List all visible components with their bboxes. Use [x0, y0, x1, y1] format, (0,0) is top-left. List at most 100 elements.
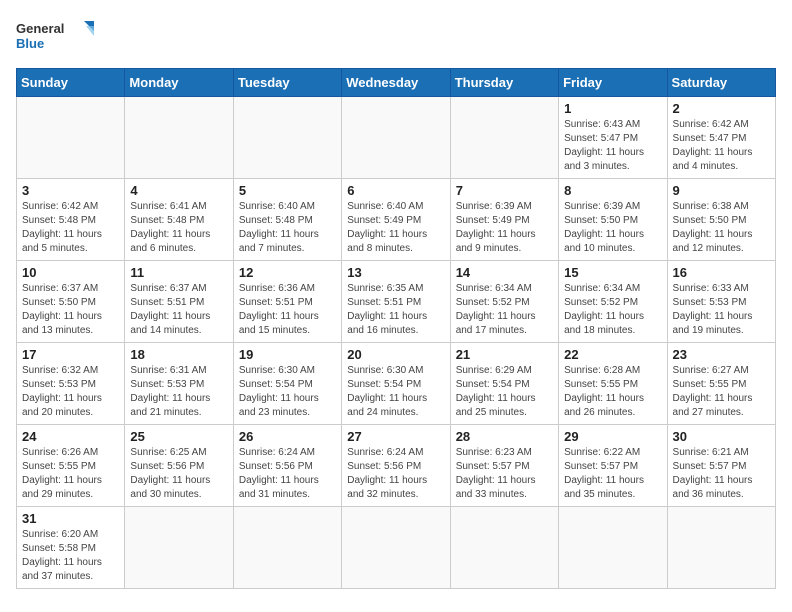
day-number: 29	[564, 429, 661, 444]
day-number: 12	[239, 265, 336, 280]
page-container: General Blue SundayMondayTuesdayWednesda…	[16, 16, 776, 589]
calendar-cell: 9Sunrise: 6:38 AM Sunset: 5:50 PM Daylig…	[667, 179, 775, 261]
day-header-monday: Monday	[125, 69, 233, 97]
day-info: Sunrise: 6:41 AM Sunset: 5:48 PM Dayligh…	[130, 200, 227, 256]
day-number: 17	[22, 347, 119, 362]
day-info: Sunrise: 6:39 AM Sunset: 5:49 PM Dayligh…	[456, 200, 553, 256]
day-number: 5	[239, 183, 336, 198]
calendar-cell	[342, 507, 450, 589]
day-number: 7	[456, 183, 553, 198]
day-info: Sunrise: 6:43 AM Sunset: 5:47 PM Dayligh…	[564, 118, 661, 174]
day-info: Sunrise: 6:32 AM Sunset: 5:53 PM Dayligh…	[22, 364, 119, 420]
day-number: 24	[22, 429, 119, 444]
day-number: 11	[130, 265, 227, 280]
calendar-cell: 14Sunrise: 6:34 AM Sunset: 5:52 PM Dayli…	[450, 261, 558, 343]
logo: General Blue	[16, 16, 96, 56]
day-number: 27	[347, 429, 444, 444]
calendar-week-4: 17 Sunrise: 6:32 AM Sunset: 5:53 PM Dayli…	[17, 343, 776, 425]
calendar-cell: 15 Sunrise: 6:34 AM Sunset: 5:52 PM Dayli…	[559, 261, 667, 343]
day-number: 10	[22, 265, 119, 280]
calendar-cell: 11 Sunrise: 6:37 AM Sunset: 5:51 PM Dayli…	[125, 261, 233, 343]
day-info: Sunrise: 6:25 AM Sunset: 5:56 PM Dayligh…	[130, 446, 227, 502]
calendar-cell: 30Sunrise: 6:21 AM Sunset: 5:57 PM Dayli…	[667, 425, 775, 507]
calendar-cell: 13Sunrise: 6:35 AM Sunset: 5:51 PM Dayli…	[342, 261, 450, 343]
day-info: Sunrise: 6:30 AM Sunset: 5:54 PM Dayligh…	[347, 364, 444, 420]
calendar-cell	[559, 507, 667, 589]
day-number: 9	[673, 183, 770, 198]
calendar-cell	[667, 507, 775, 589]
calendar-cell: 28 Sunrise: 6:23 AM Sunset: 5:57 PM Dayli…	[450, 425, 558, 507]
calendar-cell	[17, 97, 125, 179]
calendar-cell: 2 Sunrise: 6:42 AM Sunset: 5:47 PM Daylig…	[667, 97, 775, 179]
day-info: Sunrise: 6:21 AM Sunset: 5:57 PM Dayligh…	[673, 446, 770, 502]
calendar-cell	[233, 97, 341, 179]
day-header-saturday: Saturday	[667, 69, 775, 97]
calendar-cell: 31Sunrise: 6:20 AM Sunset: 5:58 PM Dayli…	[17, 507, 125, 589]
calendar-cell: 17 Sunrise: 6:32 AM Sunset: 5:53 PM Dayli…	[17, 343, 125, 425]
calendar-cell: 3 Sunrise: 6:42 AM Sunset: 5:48 PM Daylig…	[17, 179, 125, 261]
day-info: Sunrise: 6:40 AM Sunset: 5:48 PM Dayligh…	[239, 200, 336, 256]
calendar-week-6: 31Sunrise: 6:20 AM Sunset: 5:58 PM Dayli…	[17, 507, 776, 589]
day-number: 26	[239, 429, 336, 444]
day-info: Sunrise: 6:31 AM Sunset: 5:53 PM Dayligh…	[130, 364, 227, 420]
calendar-cell: 16 Sunrise: 6:33 AM Sunset: 5:53 PM Dayli…	[667, 261, 775, 343]
day-header-friday: Friday	[559, 69, 667, 97]
day-number: 6	[347, 183, 444, 198]
calendar-cell: 27Sunrise: 6:24 AM Sunset: 5:56 PM Dayli…	[342, 425, 450, 507]
day-info: Sunrise: 6:28 AM Sunset: 5:55 PM Dayligh…	[564, 364, 661, 420]
day-info: Sunrise: 6:36 AM Sunset: 5:51 PM Dayligh…	[239, 282, 336, 338]
day-number: 18	[130, 347, 227, 362]
day-info: Sunrise: 6:40 AM Sunset: 5:49 PM Dayligh…	[347, 200, 444, 256]
day-info: Sunrise: 6:23 AM Sunset: 5:57 PM Dayligh…	[456, 446, 553, 502]
day-number: 8	[564, 183, 661, 198]
calendar-cell: 4 Sunrise: 6:41 AM Sunset: 5:48 PM Daylig…	[125, 179, 233, 261]
day-info: Sunrise: 6:42 AM Sunset: 5:47 PM Dayligh…	[673, 118, 770, 174]
day-header-sunday: Sunday	[17, 69, 125, 97]
day-info: Sunrise: 6:34 AM Sunset: 5:52 PM Dayligh…	[564, 282, 661, 338]
calendar-cell: 23Sunrise: 6:27 AM Sunset: 5:55 PM Dayli…	[667, 343, 775, 425]
calendar-cell: 10Sunrise: 6:37 AM Sunset: 5:50 PM Dayli…	[17, 261, 125, 343]
calendar-cell: 21 Sunrise: 6:29 AM Sunset: 5:54 PM Dayli…	[450, 343, 558, 425]
logo-svg: General Blue	[16, 16, 96, 56]
day-number: 15	[564, 265, 661, 280]
calendar-cell	[450, 97, 558, 179]
day-info: Sunrise: 6:22 AM Sunset: 5:57 PM Dayligh…	[564, 446, 661, 502]
header: General Blue	[16, 16, 776, 56]
calendar-cell: 29 Sunrise: 6:22 AM Sunset: 5:57 PM Dayli…	[559, 425, 667, 507]
day-info: Sunrise: 6:37 AM Sunset: 5:51 PM Dayligh…	[130, 282, 227, 338]
day-info: Sunrise: 6:33 AM Sunset: 5:53 PM Dayligh…	[673, 282, 770, 338]
calendar-cell: 20Sunrise: 6:30 AM Sunset: 5:54 PM Dayli…	[342, 343, 450, 425]
svg-text:General: General	[16, 21, 64, 36]
day-number: 22	[564, 347, 661, 362]
day-number: 21	[456, 347, 553, 362]
day-header-thursday: Thursday	[450, 69, 558, 97]
calendar-cell	[233, 507, 341, 589]
calendar-cell	[342, 97, 450, 179]
day-info: Sunrise: 6:24 AM Sunset: 5:56 PM Dayligh…	[239, 446, 336, 502]
day-info: Sunrise: 6:42 AM Sunset: 5:48 PM Dayligh…	[22, 200, 119, 256]
calendar-cell: 25 Sunrise: 6:25 AM Sunset: 5:56 PM Dayli…	[125, 425, 233, 507]
day-number: 3	[22, 183, 119, 198]
calendar-table: SundayMondayTuesdayWednesdayThursdayFrid…	[16, 68, 776, 589]
calendar-week-5: 24 Sunrise: 6:26 AM Sunset: 5:55 PM Dayli…	[17, 425, 776, 507]
day-number: 28	[456, 429, 553, 444]
day-number: 1	[564, 101, 661, 116]
day-info: Sunrise: 6:20 AM Sunset: 5:58 PM Dayligh…	[22, 528, 119, 584]
calendar-cell: 12 Sunrise: 6:36 AM Sunset: 5:51 PM Dayli…	[233, 261, 341, 343]
calendar-cell: 22 Sunrise: 6:28 AM Sunset: 5:55 PM Dayli…	[559, 343, 667, 425]
day-number: 2	[673, 101, 770, 116]
day-number: 4	[130, 183, 227, 198]
day-info: Sunrise: 6:39 AM Sunset: 5:50 PM Dayligh…	[564, 200, 661, 256]
day-number: 25	[130, 429, 227, 444]
calendar-header-row: SundayMondayTuesdayWednesdayThursdayFrid…	[17, 69, 776, 97]
day-info: Sunrise: 6:34 AM Sunset: 5:52 PM Dayligh…	[456, 282, 553, 338]
day-number: 16	[673, 265, 770, 280]
day-info: Sunrise: 6:29 AM Sunset: 5:54 PM Dayligh…	[456, 364, 553, 420]
day-info: Sunrise: 6:26 AM Sunset: 5:55 PM Dayligh…	[22, 446, 119, 502]
day-number: 23	[673, 347, 770, 362]
calendar-week-2: 3 Sunrise: 6:42 AM Sunset: 5:48 PM Daylig…	[17, 179, 776, 261]
day-header-wednesday: Wednesday	[342, 69, 450, 97]
calendar-cell: 5 Sunrise: 6:40 AM Sunset: 5:48 PM Daylig…	[233, 179, 341, 261]
calendar-week-3: 10Sunrise: 6:37 AM Sunset: 5:50 PM Dayli…	[17, 261, 776, 343]
calendar-week-1: 1 Sunrise: 6:43 AM Sunset: 5:47 PM Daylig…	[17, 97, 776, 179]
